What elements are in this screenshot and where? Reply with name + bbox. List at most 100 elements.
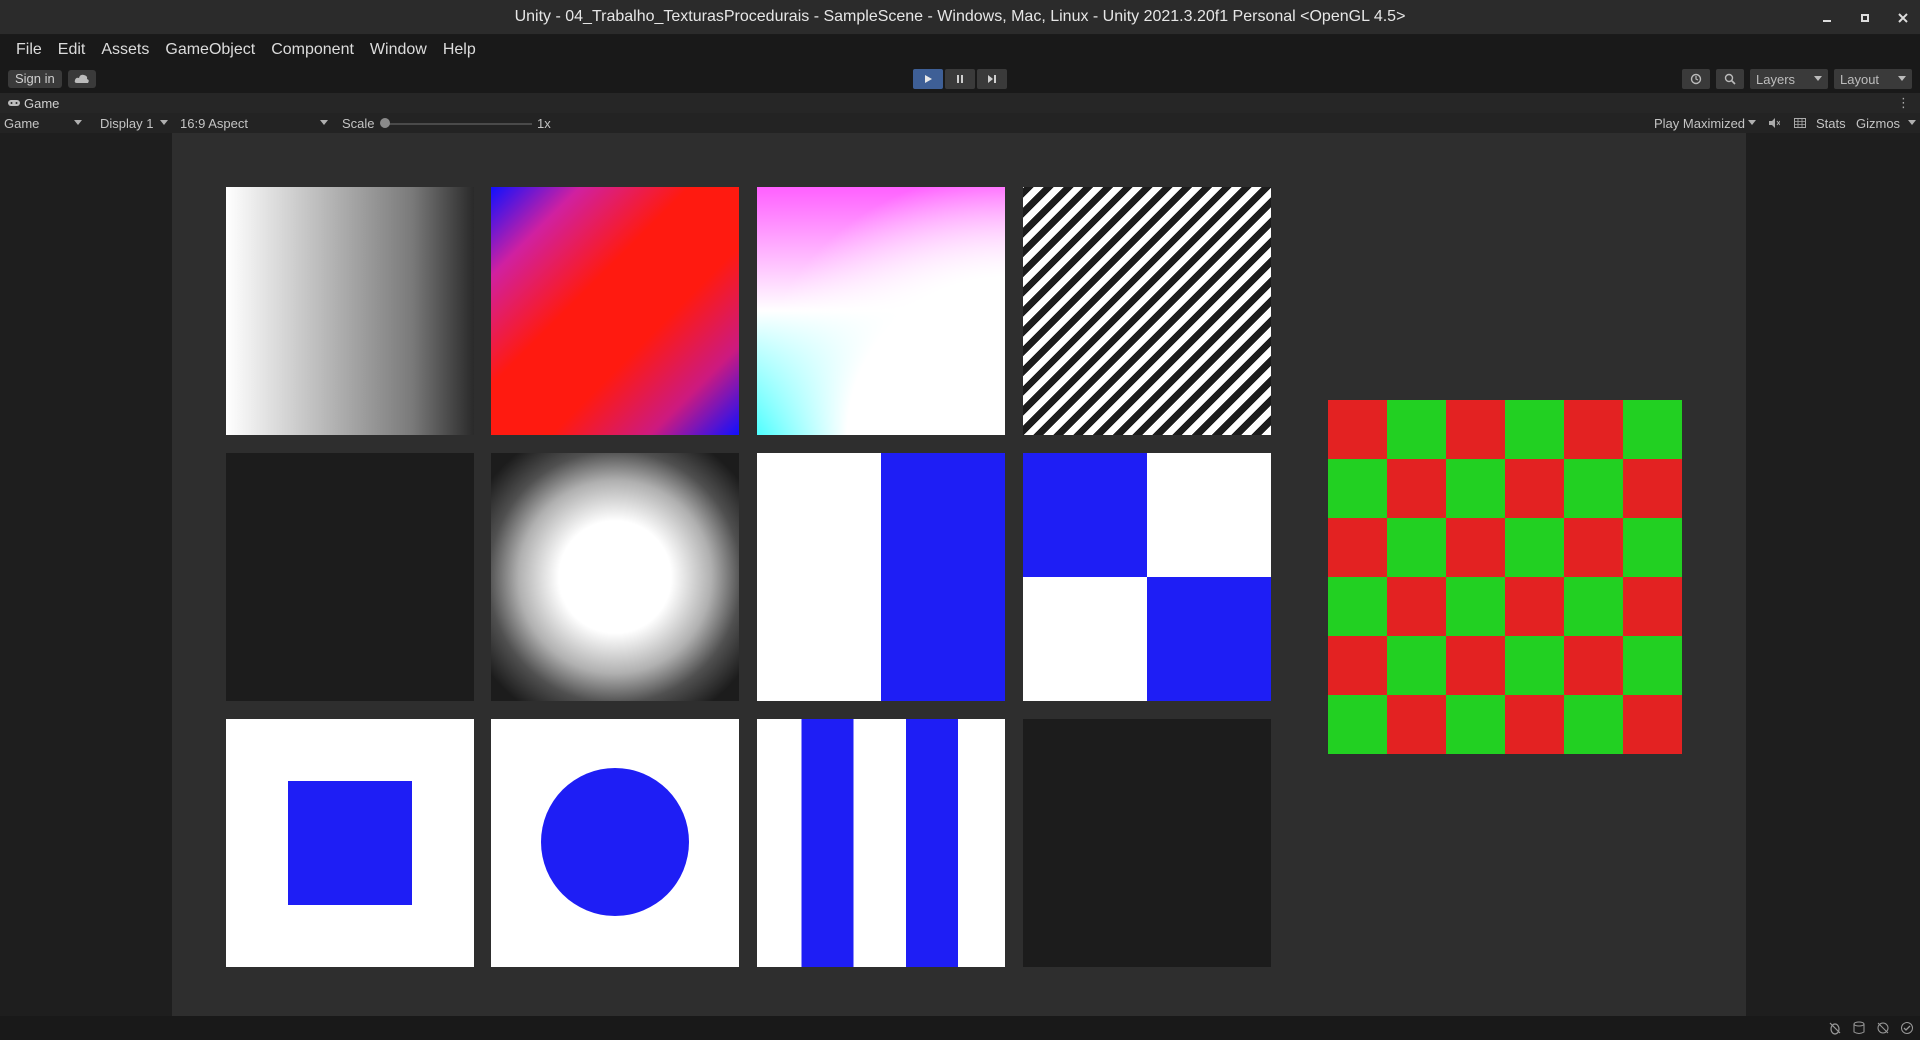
checkerboard-tile	[1328, 400, 1682, 754]
game-mode-dropdown[interactable]: Game	[0, 113, 88, 133]
layers-label: Layers	[1756, 71, 1796, 87]
chevron-down-icon	[1898, 76, 1906, 81]
pause-icon[interactable]	[945, 69, 975, 89]
checker-cell	[1505, 695, 1564, 754]
audio-mute-icon[interactable]	[1764, 113, 1784, 133]
layout-dropdown[interactable]: Layout	[1834, 69, 1912, 89]
database-icon[interactable]	[1852, 1021, 1866, 1035]
playback-controls	[913, 69, 1007, 89]
close-icon[interactable]	[1896, 11, 1910, 25]
blue-square	[288, 781, 412, 905]
checker-cell	[1564, 400, 1623, 459]
game-mode-label: Game	[4, 115, 40, 131]
checker-cell	[1564, 636, 1623, 695]
checker-cell	[1446, 518, 1505, 577]
circle-shape-tile	[491, 719, 739, 967]
diagonal-stripes-tile	[1023, 187, 1271, 435]
menu-bar: File Edit Assets GameObject Component Wi…	[0, 35, 1920, 65]
menu-edit[interactable]: Edit	[50, 41, 94, 59]
scale-slider-track[interactable]	[384, 123, 532, 125]
gradient-tile-diagonal-rb	[491, 187, 739, 435]
radial-glow-tile	[491, 453, 739, 701]
vertical-stripes-tile	[757, 719, 1005, 967]
checker-cell	[1328, 400, 1387, 459]
checker-cell	[1505, 636, 1564, 695]
menu-window[interactable]: Window	[362, 41, 435, 59]
status-icons	[1828, 1021, 1914, 1035]
aspect-label: 16:9 Aspect	[180, 115, 248, 131]
chevron-down-icon	[74, 120, 82, 125]
chevron-down-icon	[1908, 120, 1916, 125]
stats-button[interactable]: Stats	[1812, 113, 1846, 133]
grid-icon[interactable]	[1790, 113, 1810, 133]
gizmos-label: Gizmos	[1856, 115, 1901, 131]
main-toolbar: Sign in Layers Layout	[0, 65, 1920, 93]
display-label: Display 1	[100, 115, 154, 131]
kebab-icon[interactable]: ⋮	[1897, 95, 1910, 111]
network-icon[interactable]	[1876, 1021, 1890, 1035]
dark-tile-2	[1023, 719, 1271, 967]
menu-help[interactable]: Help	[435, 41, 484, 59]
toolbar-right: Layers Layout	[1682, 69, 1912, 89]
checker-cell	[1446, 459, 1505, 518]
title-bar: Unity - 04_Trabalho_TexturasProcedurais …	[0, 0, 1920, 35]
bug-icon[interactable]	[1828, 1021, 1842, 1035]
search-icon[interactable]	[1716, 69, 1744, 89]
scale-slider-thumb[interactable]	[380, 118, 390, 128]
checker-cell	[1505, 577, 1564, 636]
checker-cell	[1387, 400, 1446, 459]
menu-assets[interactable]: Assets	[93, 41, 157, 59]
square-shape-tile	[226, 719, 474, 967]
layout-label: Layout	[1840, 71, 1880, 87]
window-controls	[1820, 0, 1910, 35]
game-view-bar: Game Display 1 16:9 Aspect Scale 1x Play…	[0, 113, 1920, 133]
chevron-down-icon	[320, 120, 328, 125]
chevron-down-icon	[160, 120, 168, 125]
checker-cell	[1387, 636, 1446, 695]
checker-cell	[1328, 459, 1387, 518]
maximize-icon[interactable]	[1858, 11, 1872, 25]
history-icon[interactable]	[1682, 69, 1710, 89]
checker-cell	[1623, 695, 1682, 754]
play-maximized-dropdown[interactable]: Play Maximized	[1650, 113, 1760, 133]
checker-cell	[1564, 577, 1623, 636]
step-icon[interactable]	[977, 69, 1007, 89]
scale-label: Scale	[342, 115, 375, 131]
checker-cell	[1387, 695, 1446, 754]
checker-cell	[1505, 459, 1564, 518]
game-view[interactable]	[172, 133, 1746, 1016]
menu-gameobject[interactable]: GameObject	[157, 41, 263, 59]
half-split-tile	[757, 453, 1005, 701]
checker-cell	[1564, 695, 1623, 754]
blue-circle	[541, 768, 689, 916]
checker-cell	[1446, 695, 1505, 754]
checker-cell	[1623, 636, 1682, 695]
checker-cell	[1623, 400, 1682, 459]
status-bar	[0, 1016, 1920, 1040]
tab-game[interactable]: Game	[8, 96, 59, 111]
aspect-dropdown[interactable]: 16:9 Aspect	[176, 113, 334, 133]
checker-cell	[1505, 400, 1564, 459]
layers-dropdown[interactable]: Layers	[1750, 69, 1828, 89]
minimize-icon[interactable]	[1820, 11, 1834, 25]
gradient-tile-grayscale	[226, 187, 474, 435]
cloud-icon[interactable]	[68, 70, 96, 88]
window-title: Unity - 04_Trabalho_TexturasProcedurais …	[514, 8, 1406, 25]
check-circle-icon[interactable]	[1900, 1021, 1914, 1035]
checker-cell	[1505, 518, 1564, 577]
checker-cell	[1623, 577, 1682, 636]
display-dropdown[interactable]: Display 1	[96, 113, 174, 133]
checker-cell	[1564, 518, 1623, 577]
checker-cell	[1387, 518, 1446, 577]
menu-component[interactable]: Component	[263, 41, 362, 59]
play-icon[interactable]	[913, 69, 943, 89]
checker-cell	[1328, 636, 1387, 695]
sign-in-button[interactable]: Sign in	[8, 70, 62, 88]
checker-cell	[1623, 518, 1682, 577]
dark-tile-1	[226, 453, 474, 701]
checker-cell	[1623, 459, 1682, 518]
checker-cell	[1387, 459, 1446, 518]
menu-file[interactable]: File	[8, 41, 50, 59]
gizmos-dropdown[interactable]: Gizmos	[1852, 113, 1918, 133]
chevron-down-icon	[1748, 120, 1756, 125]
